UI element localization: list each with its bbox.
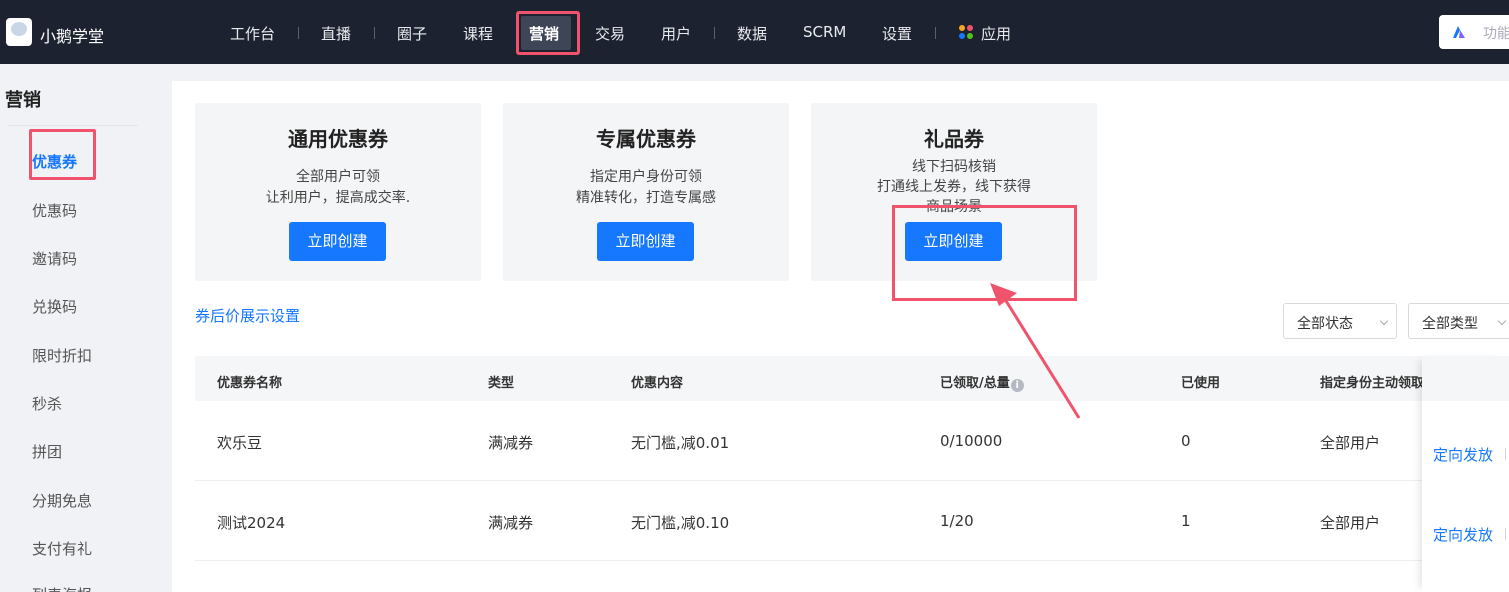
search-brand-icon: [1453, 26, 1465, 38]
column-header-used: 已使用: [1181, 376, 1221, 391]
chevron-down-icon: [1497, 316, 1507, 326]
card-description: 线下扫码核销: [912, 159, 996, 175]
sidebar-item-redeem-code[interactable]: 兑换码: [32, 296, 77, 317]
sidebar-item-group-buy[interactable]: 拼团: [32, 441, 62, 462]
nav-course[interactable]: 课程: [463, 23, 493, 44]
sidebar-coupon-highlight: [29, 129, 96, 180]
nav-user[interactable]: 用户: [661, 23, 691, 44]
sidebar-item-list-poster[interactable]: 列表海报: [32, 584, 92, 592]
nav-separator: [935, 27, 936, 39]
column-header-identity: 指定身份主动领取: [1320, 376, 1425, 391]
status-select-value: 全部状态: [1297, 316, 1353, 332]
actions-column-header: [1422, 356, 1509, 401]
sidebar-item-installment[interactable]: 分期免息: [32, 490, 92, 511]
coupon-identity: 全部用户: [1320, 514, 1381, 532]
sidebar-item-invite-code[interactable]: 邀请码: [32, 248, 77, 269]
coupon-type: 满减券: [488, 434, 534, 452]
action-separator: [1505, 448, 1506, 460]
coupon-name: 欢乐豆: [217, 434, 263, 452]
search-placeholder: 功能: [1483, 26, 1509, 42]
nav-workbench[interactable]: 工作台: [230, 23, 275, 44]
card-description: 打通线上发券，线下获得: [877, 179, 1031, 195]
create-exclusive-coupon-button[interactable]: 立即创建: [597, 222, 694, 261]
nav-apps[interactable]: 应用: [981, 23, 1011, 44]
gift-button-highlight: [892, 205, 1077, 301]
table-row: 欢乐豆 满减券 无门槛,减0.01 0/10000 0 全部用户: [195, 401, 1422, 481]
column-header-type: 类型: [488, 376, 515, 391]
card-description: 精准转化，打造专属感: [576, 190, 716, 206]
function-search-input[interactable]: 功能: [1439, 15, 1509, 49]
nav-settings[interactable]: 设置: [882, 23, 912, 44]
coupon-used: 1: [1181, 512, 1191, 530]
coupon-claimed: 0/10000: [940, 432, 1003, 450]
nav-marketing-highlight: [516, 11, 580, 55]
sidebar-item-limited-discount[interactable]: 限时折扣: [32, 345, 92, 366]
coupon-content: 无门槛,减0.01: [631, 434, 730, 452]
sidebar-title: 营销: [5, 90, 41, 111]
nav-circle[interactable]: 圈子: [397, 23, 427, 44]
nav-separator: [374, 27, 375, 39]
card-description: 指定用户身份可领: [590, 169, 702, 185]
column-header-content: 优惠内容: [631, 376, 684, 391]
nav-separator: [298, 27, 299, 39]
card-title: 通用优惠券: [288, 127, 388, 151]
actions-column: 定向发放 定向发放: [1422, 356, 1509, 592]
coupon-used: 0: [1181, 432, 1191, 450]
column-header-claimed: 已领取/总量 i: [940, 372, 1024, 392]
coupon-type: 满减券: [488, 514, 534, 532]
claimed-header-label: 已领取/总量: [940, 376, 1010, 391]
table-header: 优惠券名称 类型 优惠内容 已领取/总量 i 已使用 指定身份主动领取: [195, 356, 1509, 401]
table-row: 测试2024 满减券 无门槛,减0.10 1/20 1 全部用户: [195, 481, 1422, 561]
brand-name[interactable]: 小鹅学堂: [40, 23, 104, 47]
targeted-issue-link[interactable]: 定向发放: [1433, 524, 1493, 545]
status-select[interactable]: 全部状态: [1283, 303, 1397, 339]
chevron-down-icon: [1379, 316, 1389, 326]
top-nav-bar: 小鹅学堂 工作台 直播 圈子 课程 营销 交易 用户 数据 SCRM 设置 应用…: [0, 0, 1509, 64]
nav-separator: [714, 27, 715, 39]
coupon-identity: 全部用户: [1320, 434, 1381, 452]
sidebar-item-promo-code[interactable]: 优惠码: [32, 200, 77, 221]
exclusive-coupon-card: 专属优惠券 指定用户身份可领 精准转化，打造专属感 立即创建: [503, 103, 789, 281]
column-header-name: 优惠券名称: [217, 376, 283, 391]
sidebar-item-flash-sale[interactable]: 秒杀: [32, 393, 62, 414]
nav-data[interactable]: 数据: [737, 23, 767, 44]
type-select[interactable]: 全部类型: [1408, 303, 1509, 339]
targeted-issue-link[interactable]: 定向发放: [1433, 444, 1493, 465]
apps-icon: [959, 25, 973, 39]
card-title: 礼品券: [924, 127, 984, 151]
info-icon[interactable]: i: [1010, 379, 1024, 392]
logo-icon[interactable]: [6, 18, 32, 46]
coupon-content: 无门槛,减0.10: [631, 514, 730, 532]
card-description: 让利用户，提高成交率.: [265, 190, 411, 206]
general-coupon-card: 通用优惠券 全部用户可领 让利用户，提高成交率. 立即创建: [195, 103, 481, 281]
action-separator: [1505, 528, 1506, 540]
card-title: 专属优惠券: [596, 127, 696, 151]
post-coupon-price-setting-link[interactable]: 券后价展示设置: [195, 305, 300, 326]
card-description: 全部用户可领: [296, 169, 380, 185]
nav-trade[interactable]: 交易: [595, 23, 625, 44]
sidebar-divider: [8, 125, 138, 126]
nav-live[interactable]: 直播: [321, 23, 351, 44]
coupon-name: 测试2024: [217, 514, 286, 532]
create-general-coupon-button[interactable]: 立即创建: [289, 222, 386, 261]
type-select-value: 全部类型: [1422, 316, 1478, 332]
nav-scrm[interactable]: SCRM: [803, 23, 846, 41]
sidebar-item-pay-gift[interactable]: 支付有礼: [32, 538, 92, 559]
coupon-claimed: 1/20: [940, 512, 974, 530]
